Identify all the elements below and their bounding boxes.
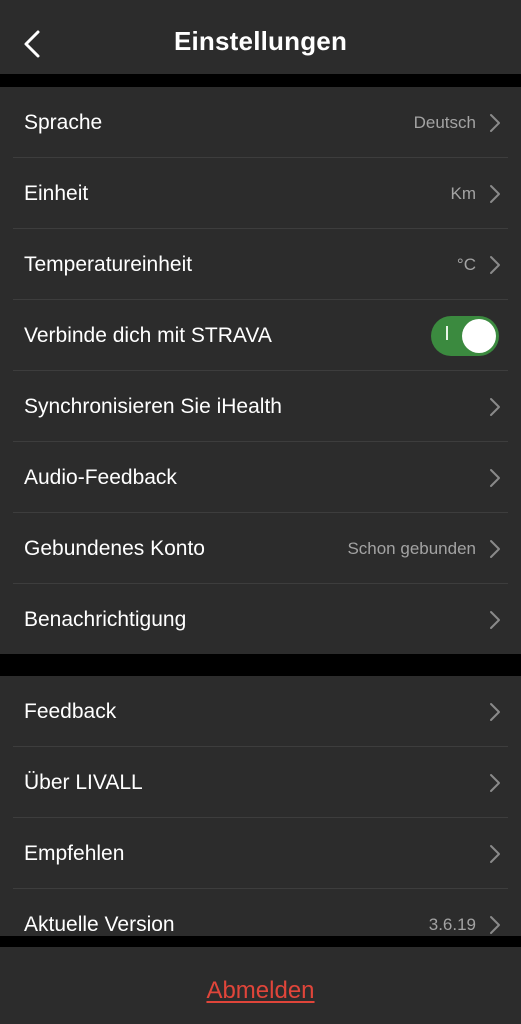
- chevron-right-icon: [489, 468, 501, 488]
- settings-row-notifications[interactable]: Benachrichtigung: [0, 584, 521, 654]
- settings-row-unit[interactable]: Einheit Km: [0, 158, 521, 229]
- row-label: Feedback: [24, 700, 117, 723]
- settings-row-recommend[interactable]: Empfehlen: [0, 818, 521, 889]
- row-label: Aktuelle Version: [24, 913, 175, 936]
- chevron-right-icon: [489, 610, 501, 630]
- row-value: °C: [456, 255, 476, 274]
- row-value: Schon gebunden: [347, 539, 476, 558]
- chevron-right-icon: [489, 773, 501, 793]
- chevron-right-icon: [489, 397, 501, 417]
- settings-row-feedback[interactable]: Feedback: [0, 676, 521, 747]
- row-label: Synchronisieren Sie iHealth: [24, 395, 282, 418]
- toggle-on-mark: [446, 326, 448, 340]
- row-label: Empfehlen: [24, 842, 125, 865]
- chevron-right-icon: [489, 255, 501, 275]
- row-label: Benachrichtigung: [24, 608, 187, 631]
- row-label: Temperatureinheit: [24, 253, 193, 276]
- row-label: Über LIVALL: [24, 771, 143, 794]
- chevron-right-icon: [489, 184, 501, 204]
- footer-bar: Abmelden: [0, 947, 521, 1024]
- settings-group-about: Feedback Über LIVALL Empfehlen Aktuelle …: [0, 676, 521, 936]
- settings-row-linked-account[interactable]: Gebundenes Konto Schon gebunden: [0, 513, 521, 584]
- logout-button[interactable]: Abmelden: [0, 977, 521, 1005]
- settings-row-current-version[interactable]: Aktuelle Version 3.6.19: [0, 889, 521, 936]
- settings-row-strava: Verbinde dich mit STRAVA: [0, 300, 521, 371]
- navigation-bar: Einstellungen: [0, 0, 521, 74]
- page-title: Einstellungen: [173, 26, 348, 56]
- row-label: Verbinde dich mit STRAVA: [24, 324, 272, 347]
- settings-row-audio-feedback[interactable]: Audio-Feedback: [0, 442, 521, 513]
- row-label: Sprache: [24, 111, 103, 134]
- row-label: Gebundenes Konto: [24, 537, 205, 560]
- chevron-right-icon: [489, 915, 501, 935]
- chevron-right-icon: [489, 844, 501, 864]
- chevron-right-icon: [489, 113, 501, 133]
- row-value: Km: [450, 184, 477, 203]
- settings-group-general: Sprache Deutsch Einheit Km Temperaturein…: [0, 87, 521, 654]
- row-value: 3.6.19: [428, 915, 476, 934]
- chevron-right-icon: [489, 539, 501, 559]
- settings-row-ihealth[interactable]: Synchronisieren Sie iHealth: [0, 371, 521, 442]
- settings-row-temperature-unit[interactable]: Temperatureinheit °C: [0, 229, 521, 300]
- strava-toggle[interactable]: [431, 316, 499, 356]
- row-label: Audio-Feedback: [24, 466, 177, 489]
- settings-row-language[interactable]: Sprache Deutsch: [0, 87, 521, 158]
- settings-row-about-livall[interactable]: Über LIVALL: [0, 747, 521, 818]
- toggle-knob: [462, 319, 496, 353]
- chevron-right-icon: [489, 702, 501, 722]
- row-label: Einheit: [24, 182, 89, 205]
- row-value: Deutsch: [413, 113, 476, 132]
